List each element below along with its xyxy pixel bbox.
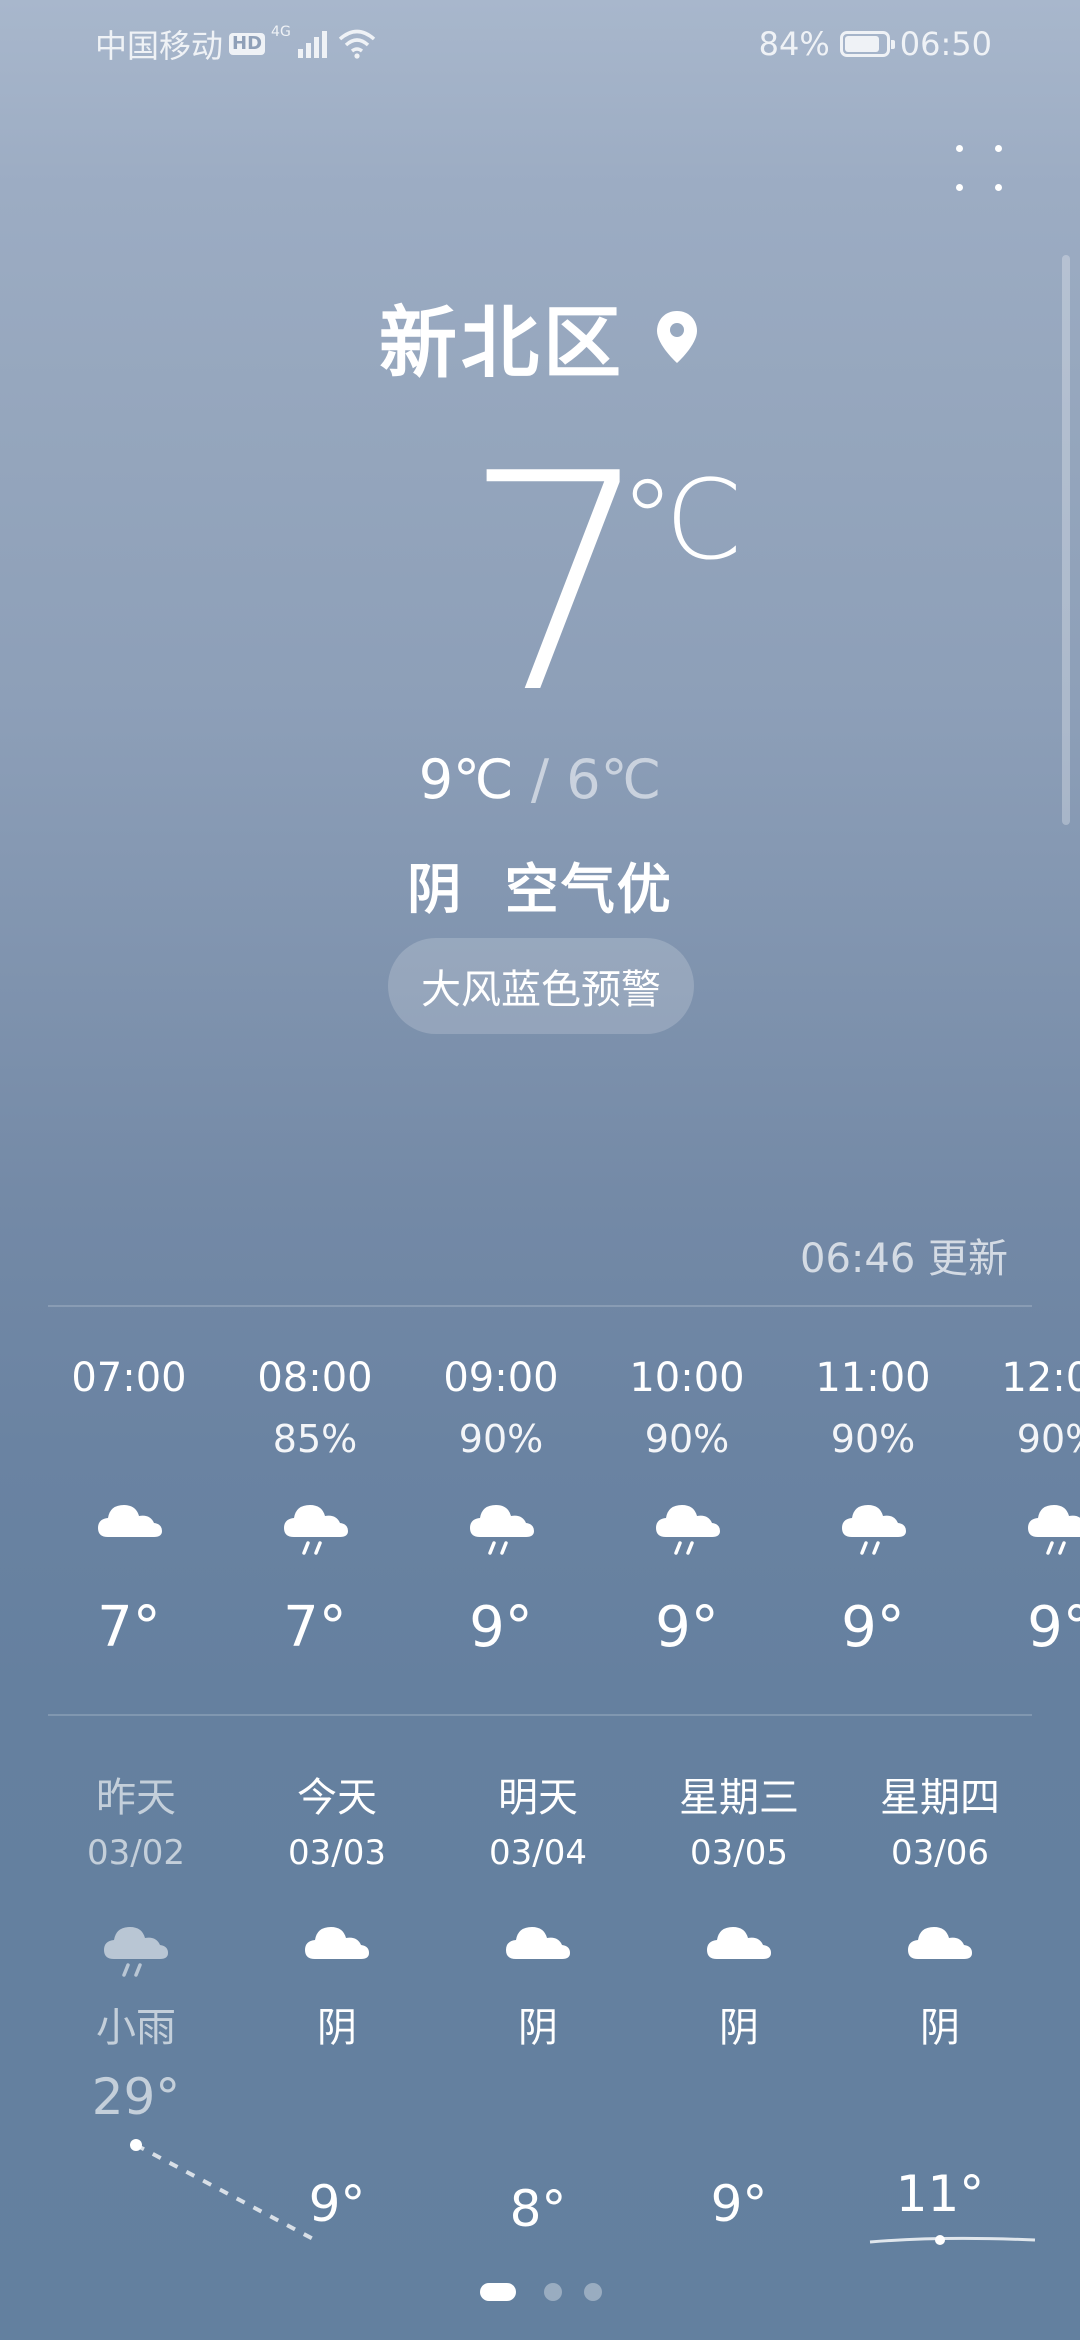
cloudy-icon (506, 1927, 570, 1959)
day-low-temp: 11° (895, 2165, 985, 2223)
precipitation-probability: 90% (830, 1417, 916, 1461)
hourly-item: 12:00 90% 9° (966, 1355, 1080, 1675)
day-name: 昨天 (96, 1775, 176, 1821)
day-name: 明天 (498, 1775, 578, 1821)
high-temp: 9℃ (418, 748, 514, 811)
hour-time: 09:00 (443, 1355, 559, 1401)
trend-segment (135, 2143, 316, 2242)
daily-item: 昨天 03/02 小雨 (36, 1765, 236, 2051)
page-dot[interactable] (480, 2283, 516, 2301)
cloudy-icon (908, 1927, 972, 1959)
hour-time: 08:00 (257, 1355, 373, 1401)
rain-icon (842, 1505, 906, 1555)
rain-icon (656, 1505, 720, 1555)
day-date: 03/02 (87, 1833, 185, 1873)
day-name: 今天 (297, 1775, 377, 1821)
hourly-item: 09:00 90% 9° (408, 1355, 594, 1675)
trend-segment (869, 2236, 1036, 2244)
temperature-trend-line (130, 2139, 1036, 2245)
day-condition: 阴 (719, 2005, 759, 2051)
hour-temperature: 7° (97, 1595, 161, 1660)
precipitation-probability: 85% (272, 1417, 358, 1461)
day-date: 03/06 (891, 1833, 989, 1873)
status-bar-left: 中国移动 HD 4G (95, 22, 377, 66)
page-dot[interactable] (544, 2283, 562, 2301)
day-high-temp: 29° (91, 2068, 181, 2126)
clock: 06:50 (899, 25, 992, 63)
hour-time: 07:00 (71, 1355, 187, 1401)
hour-temperature: 9° (841, 1595, 905, 1660)
cloudy-icon (707, 1927, 771, 1959)
divider (48, 1714, 1032, 1716)
carrier-label: 中国移动 (95, 27, 224, 65)
city-name: 新北区 (378, 299, 625, 389)
precipitation-probability: 90% (644, 1417, 730, 1461)
day-low-temp: 9° (308, 2175, 366, 2233)
hour-time: 10:00 (629, 1355, 745, 1401)
day-low-temp: 8° (509, 2180, 567, 2238)
daily-item: 星期三 03/05 阴 (639, 1765, 839, 2051)
wifi-icon (338, 29, 375, 59)
hourly-item: 11:00 90% 9° (780, 1355, 966, 1675)
battery-percent: 84% (758, 25, 830, 63)
current-temperature: 7 ℃ (0, 410, 1080, 759)
hourly-item: 08:00 85% 7° (222, 1355, 408, 1675)
daily-item: 明天 03/04 阴 (438, 1765, 638, 2051)
day-name: 星期四 (880, 1775, 1000, 1821)
trend-point (935, 2235, 945, 2245)
weather-alert-button[interactable]: 大风蓝色预警 (388, 938, 694, 1034)
hour-temperature: 9° (655, 1595, 719, 1660)
light-rain-icon (104, 1927, 168, 1977)
rain-icon (1028, 1505, 1080, 1555)
hour-time: 12:00 (1001, 1355, 1080, 1401)
high-low-temperature: 9℃ / 6℃ (0, 748, 1080, 818)
day-condition: 阴 (920, 2005, 960, 2051)
page-dot[interactable] (584, 2283, 602, 2301)
daily-item: 今天 03/03 阴 (237, 1765, 437, 2051)
day-condition: 阴 (518, 2005, 558, 2051)
day-name: 星期三 (679, 1775, 799, 1821)
precipitation-probability: 90% (1016, 1417, 1080, 1461)
cloudy-icon (98, 1505, 162, 1537)
network-type-label: 4G (271, 24, 291, 40)
more-options-icon[interactable] (956, 145, 1002, 191)
day-low-temp: 9° (710, 2175, 768, 2233)
temperature-unit: ℃ (620, 456, 744, 584)
update-time: 06:46 更新 (800, 1236, 1008, 1282)
weather-condition: 阴 空气优 (407, 858, 673, 921)
status-bar-right: 84% 06:50 (759, 22, 992, 66)
day-condition: 阴 (317, 2005, 357, 2051)
day-date: 03/04 (489, 1833, 587, 1873)
cloudy-icon (305, 1927, 369, 1959)
signal-icon (297, 31, 327, 58)
hourly-item: 07:00 7° (36, 1355, 222, 1675)
hd-badge: HD (229, 33, 266, 55)
precipitation-probability: 90% (458, 1417, 544, 1461)
battery-fill (844, 36, 879, 52)
location-header[interactable]: 新北区 (0, 282, 1080, 392)
day-condition: 小雨 (96, 2005, 176, 2051)
high-low-separator: / (530, 748, 550, 811)
rain-icon (470, 1505, 534, 1555)
day-date: 03/05 (690, 1833, 788, 1873)
hour-temperature: 7° (283, 1595, 347, 1660)
low-temp: 6℃ (566, 748, 662, 811)
trend-point (130, 2139, 142, 2151)
rain-icon (284, 1505, 348, 1555)
daily-item: 星期四 03/06 阴 (840, 1765, 1040, 2051)
hour-temperature: 9° (1027, 1595, 1080, 1660)
hour-time: 11:00 (815, 1355, 931, 1401)
divider (48, 1305, 1032, 1307)
location-pin-icon (657, 311, 697, 363)
hourly-item: 10:00 90% 9° (594, 1355, 780, 1675)
temperature-value: 7 (462, 410, 653, 759)
battery-icon (839, 31, 895, 57)
day-date: 03/03 (288, 1833, 386, 1873)
hour-temperature: 9° (469, 1595, 533, 1660)
